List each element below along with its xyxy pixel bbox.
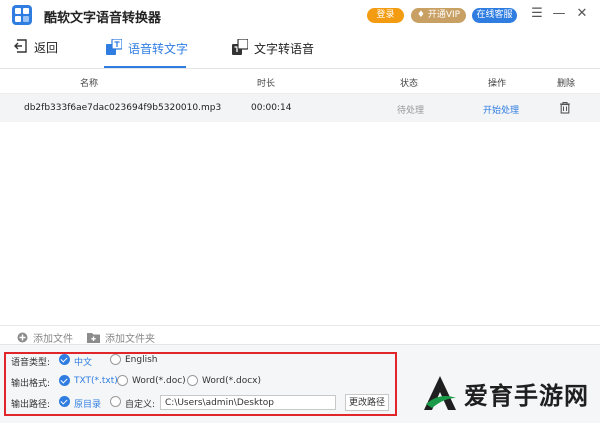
header-delete: 删除 — [557, 79, 576, 89]
output-format-row: 输出格式: TXT(*.txt) Word(*.doc) Word(*.docx… — [0, 373, 400, 389]
file-duration: 00:00:14 — [251, 103, 292, 113]
vip-label: 开通VIP — [427, 10, 461, 20]
radio-doc[interactable] — [117, 375, 128, 386]
output-path-input[interactable]: C:\Users\admin\Desktop — [160, 395, 336, 410]
output-path-label: 输出路径: — [11, 400, 51, 410]
speech-to-text-label: 语音转文字 — [128, 42, 189, 56]
app-logo — [12, 5, 32, 25]
app-title: 酷软文字语音转换器 — [44, 11, 162, 26]
voice-type-label: 语音类型: — [11, 358, 51, 368]
table-row[interactable]: db2fb333f6ae7dac023694f9b5320010.mp3 00:… — [0, 94, 600, 122]
active-tab-indicator — [104, 66, 186, 68]
radio-english[interactable] — [110, 354, 121, 365]
voice-type-row: 语音类型: 中文 English — [0, 352, 400, 368]
option-original-dir[interactable]: 原目录 — [74, 397, 101, 410]
close-icon[interactable]: ✕ — [575, 6, 589, 21]
watermark: 爱育手游网 — [420, 372, 590, 416]
text-to-speech-label: 文字转语音 — [254, 42, 315, 56]
option-custom-dir[interactable]: 自定义: — [125, 397, 155, 410]
file-table-header: 名称 时长 状态 操作 删除 — [0, 69, 600, 94]
menu-icon[interactable]: ☰ — [530, 6, 544, 21]
back-button[interactable]: 返回 — [14, 39, 58, 59]
radio-chinese[interactable] — [59, 354, 70, 365]
radio-docx[interactable] — [187, 375, 198, 386]
nav-bar: 返回 语音转文字 文字转语音 — [0, 31, 600, 69]
header-status: 状态 — [400, 79, 419, 89]
radio-custom-dir[interactable] — [110, 396, 121, 407]
output-path-row: 输出路径: 原目录 自定义: C:\Users\admin\Desktop 更改… — [0, 394, 400, 411]
text-to-speech-icon — [232, 38, 249, 58]
header-duration: 时长 — [257, 79, 276, 89]
watermark-text: 爱育手游网 — [464, 382, 589, 410]
login-button[interactable]: 登录 — [367, 8, 404, 23]
change-path-button[interactable]: 更改路径 — [345, 394, 389, 411]
file-toolbar: 添加文件 添加文件夹 — [0, 325, 600, 345]
title-bar: 酷软文字语音转换器 登录 ♦ 开通VIP 在线客服 ☰ — ✕ — [0, 0, 600, 31]
output-format-label: 输出格式: — [11, 379, 51, 389]
header-action: 操作 — [488, 79, 507, 89]
tab-text-to-speech[interactable]: 文字转语音 — [232, 38, 315, 59]
radio-txt[interactable] — [59, 375, 70, 386]
back-label: 返回 — [34, 41, 59, 55]
radio-original-dir[interactable] — [59, 396, 70, 407]
vip-button[interactable]: ♦ 开通VIP — [411, 8, 466, 23]
option-docx[interactable]: Word(*.docx) — [202, 376, 261, 386]
watermark-logo-icon — [424, 376, 456, 410]
start-process-link[interactable]: 开始处理 — [483, 103, 519, 116]
option-txt[interactable]: TXT(*.txt) — [74, 376, 118, 386]
speech-to-text-icon — [106, 38, 123, 58]
file-status: 待处理 — [397, 106, 425, 116]
online-service-button[interactable]: 在线客服 — [472, 8, 517, 23]
minimize-icon[interactable]: — — [552, 6, 566, 21]
tab-speech-to-text[interactable]: 语音转文字 — [106, 38, 189, 59]
back-icon — [14, 39, 28, 56]
header-name: 名称 — [80, 79, 99, 89]
option-chinese[interactable]: 中文 — [74, 355, 92, 368]
option-doc[interactable]: Word(*.doc) — [132, 376, 186, 386]
option-english[interactable]: English — [125, 355, 158, 365]
diamond-icon: ♦ — [416, 10, 425, 20]
file-name: db2fb333f6ae7dac023694f9b5320010.mp3 — [24, 103, 222, 113]
trash-icon[interactable] — [559, 101, 571, 117]
